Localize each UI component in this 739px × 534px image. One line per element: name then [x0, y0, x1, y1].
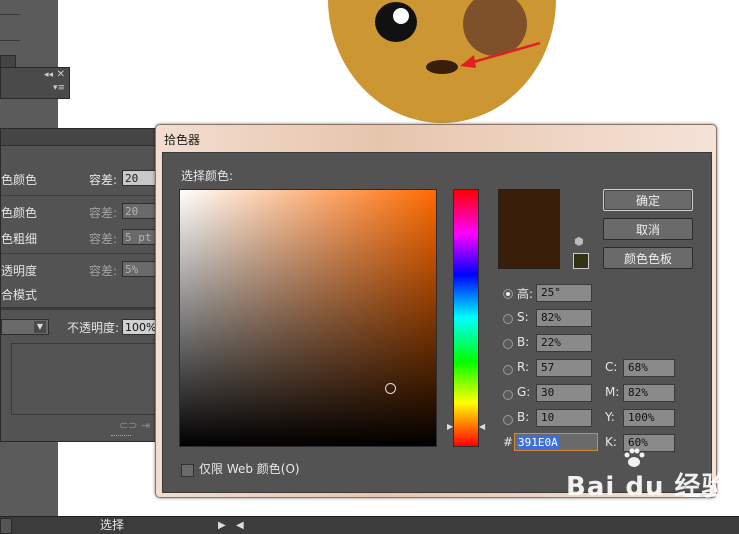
web-safe-color-swatch[interactable] — [573, 253, 589, 269]
color-picker-dialog: 拾色器 选择颜色: ▶ ◀ ⬢ 确定 取消 颜色色板 高: 25° S: 82%… — [155, 124, 717, 498]
red-arrow-annotation — [460, 41, 541, 68]
current-tool-text: 选择 — [100, 518, 125, 532]
close-icon[interactable]: ✕ — [57, 69, 65, 80]
hue-radio[interactable] — [503, 289, 513, 299]
magenta-field[interactable]: 82% — [623, 384, 675, 402]
black-label: K: — [605, 435, 617, 449]
hex-value-selected: 391E0A — [517, 436, 559, 449]
watermark-url: jingyan.baidu.com — [570, 500, 689, 513]
opacity-option-label: 透明度 — [1, 264, 38, 278]
green-radio[interactable] — [503, 390, 513, 400]
green-field[interactable]: 30 — [536, 384, 592, 402]
dialog-body: 选择颜色: ▶ ◀ ⬢ 确定 取消 颜色色板 高: 25° S: 82% B: … — [162, 152, 712, 493]
status-bar: 选择 ▶ ◀ — [0, 516, 739, 534]
cyan-label: C: — [605, 360, 618, 374]
panel-divider — [0, 40, 20, 41]
yellow-field[interactable]: 100% — [623, 409, 675, 427]
hue-slider[interactable] — [453, 189, 479, 447]
color-field[interactable] — [179, 189, 437, 447]
green-label: G: — [517, 385, 531, 399]
tolerance-label: 容差: — [89, 173, 118, 187]
link-icon[interactable]: ⊂⊃ — [119, 419, 137, 432]
eye-highlight — [393, 8, 409, 24]
magenta-label: M: — [605, 385, 620, 399]
hex-symbol: # — [503, 435, 514, 449]
web-colors-only-label: 仅限 Web 颜色(O) — [199, 462, 300, 476]
red-label: R: — [517, 360, 530, 374]
select-color-label: 选择颜色: — [181, 169, 234, 183]
watermark-brand: Bai du 经验 — [566, 472, 729, 502]
ok-button[interactable]: 确定 — [603, 189, 693, 211]
tolerance-label: 容差: — [89, 232, 118, 246]
magic-wand-panel: 色颜色 容差: 20 色颜色 容差: 20 色粗细 容差: 5 pt 透明度 容… — [0, 128, 172, 442]
web-safe-cube-icon[interactable]: ⬢ — [574, 235, 584, 248]
resize-grip[interactable] — [111, 435, 131, 440]
stroke-color-label: 色颜色 — [1, 206, 38, 220]
collapse-arrows-icon[interactable]: ◂◂ — [44, 70, 53, 80]
current-color-swatch — [498, 189, 560, 269]
blue-label: B: — [517, 410, 530, 424]
panel-menu-icon[interactable]: ▾≡ — [53, 83, 65, 93]
hue-label: 高: — [517, 287, 534, 301]
cancel-button[interactable]: 取消 — [603, 218, 693, 240]
blend-mode-select[interactable]: ▼ — [1, 319, 49, 335]
panel-divider — [0, 14, 20, 15]
hue-slider-left-handle-icon[interactable]: ▶ — [447, 422, 453, 431]
baidu-watermark: Bai du 经验 jingyan.baidu.com — [566, 448, 736, 518]
saturation-label: S: — [517, 310, 529, 324]
brightness-label: B: — [517, 335, 530, 349]
brightness-radio[interactable] — [503, 339, 513, 349]
divider — [1, 195, 171, 196]
red-radio[interactable] — [503, 365, 513, 375]
hue-slider-right-handle-icon[interactable]: ◀ — [479, 422, 485, 431]
red-field[interactable]: 57 — [536, 359, 592, 377]
chevron-down-icon: ▼ — [34, 321, 46, 333]
status-cell — [0, 518, 12, 534]
panel-tab-bar — [1, 129, 171, 146]
brightness-field[interactable]: 22% — [536, 334, 592, 352]
blend-mode-label: 合模式 — [1, 288, 38, 302]
back-icon[interactable]: ◀ — [236, 517, 244, 534]
hue-field[interactable]: 25° — [536, 284, 592, 302]
fill-color-label: 色颜色 — [1, 173, 38, 187]
color-field-cursor[interactable] — [385, 383, 396, 394]
tolerance-label: 容差: — [89, 264, 118, 278]
yellow-label: Y: — [605, 410, 615, 424]
saturation-radio[interactable] — [503, 314, 513, 324]
color-swatches-button[interactable]: 颜色色板 — [603, 247, 693, 269]
collapsed-panel-header: ◂◂ ✕ ▾≡ — [0, 67, 70, 99]
blue-field[interactable]: 10 — [536, 409, 592, 427]
stroke-weight-label: 色粗细 — [1, 232, 38, 246]
opacity-label: 不透明度: — [67, 321, 120, 335]
panel-content-area — [11, 343, 163, 415]
tolerance-label: 容差: — [89, 206, 118, 220]
play-icon[interactable]: ▶ — [218, 517, 226, 534]
arrow-right-icon[interactable]: ⇥ — [141, 419, 150, 432]
divider — [1, 307, 171, 310]
cyan-field[interactable]: 68% — [623, 359, 675, 377]
blue-radio[interactable] — [503, 415, 513, 425]
web-colors-only-checkbox[interactable] — [181, 464, 194, 477]
saturation-field[interactable]: 82% — [536, 309, 592, 327]
divider — [1, 253, 171, 254]
dialog-title: 拾色器 — [164, 133, 201, 147]
